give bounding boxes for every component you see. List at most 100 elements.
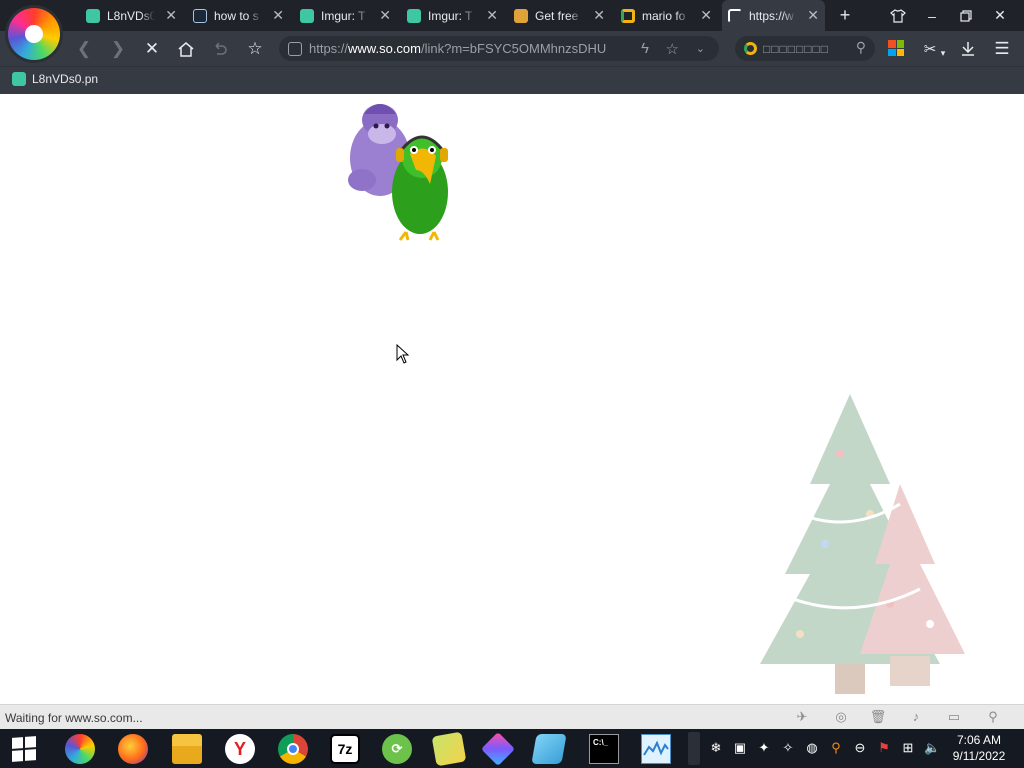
tab-title: Imgur: T (428, 8, 473, 23)
tab-2[interactable]: how to s ✕ (187, 0, 290, 31)
close-tab-icon[interactable]: ✕ (272, 8, 284, 22)
chrome-icon[interactable] (278, 734, 308, 764)
tab-3[interactable]: Imgur: T ✕ (294, 0, 397, 31)
clock-time: 7:06 AM (956, 733, 1002, 747)
lightning-icon[interactable]: ϟ (641, 40, 649, 57)
file-explorer-icon[interactable] (172, 734, 202, 764)
pause-icon[interactable]: ⊖ (852, 740, 868, 756)
mouse-cursor-icon (396, 344, 410, 364)
search-box[interactable]: □□□□□□□□ ⚲ (735, 36, 875, 61)
command-prompt-icon[interactable]: C:\_ (589, 734, 619, 764)
windows-taskbar: Y 7z ⟳ C:\_ ❄ ▣ ✦ ✧ ◍ ⚲ ⊖ ⚑ ⊞ 🔈 7:06 AM … (0, 729, 1024, 768)
back-button[interactable]: ❮ (72, 37, 96, 61)
new-tab-button[interactable]: + (836, 6, 854, 24)
app-folder-yellow-icon[interactable] (431, 731, 467, 767)
tab-title: L8nVDs0 (107, 8, 155, 23)
shirt-skin-icon[interactable] (881, 0, 915, 31)
close-tab-icon[interactable]: ✕ (165, 8, 177, 22)
search-icon[interactable]: ⚲ (856, 39, 867, 56)
flag-icon[interactable]: ⚑ (876, 740, 892, 756)
loading-icon (728, 8, 742, 23)
tab-5[interactable]: Get free ✕ (508, 0, 611, 31)
close-tab-icon[interactable]: ✕ (379, 8, 391, 22)
rocket-icon[interactable]: ✈ (793, 709, 811, 725)
speaker-icon[interactable]: 🔈 (924, 740, 940, 756)
download-icon[interactable] (956, 37, 980, 61)
search-engine-icon (744, 42, 757, 55)
tab-strip: L8nVDs0 ✕ how to s ✕ Imgur: T ✕ Imgur: T… (0, 0, 1024, 60)
clock-date: 9/11/2022 (952, 749, 1006, 763)
close-tab-icon[interactable]: ✕ (593, 8, 605, 22)
firefox-icon[interactable] (118, 734, 148, 764)
tray-overflow-button[interactable] (688, 732, 700, 765)
app-purple-gem-icon[interactable] (481, 732, 515, 766)
christmas-tree-watermark-image (760, 394, 965, 694)
browser-360-icon[interactable] (65, 734, 95, 764)
browser-logo-icon[interactable] (8, 8, 60, 60)
site-info-icon[interactable] (288, 41, 302, 56)
gift-icon (514, 8, 528, 23)
zoom-icon[interactable]: ⚲ (984, 709, 1002, 725)
close-window-button[interactable]: ✕ (983, 0, 1017, 31)
imgur-icon (12, 72, 26, 86)
imgur-icon (407, 8, 421, 23)
display-icon[interactable]: ▣ (732, 740, 748, 756)
network-icon[interactable]: ◎ (832, 709, 850, 725)
network-adapter-icon[interactable]: ⊞ (900, 740, 916, 756)
forward-button[interactable]: ❯ (106, 37, 130, 61)
favorites-star-button[interactable]: ☆ (243, 37, 267, 61)
address-input[interactable]: https://www.so.com/link?m=bFSYC5OMMhnzsD… (309, 41, 625, 56)
search-input[interactable]: □□□□□□□□ (763, 42, 829, 56)
page-content (0, 94, 1024, 704)
stop-loading-button[interactable]: ✕ (140, 37, 164, 61)
bookmark-star-icon[interactable]: ☆ (666, 40, 679, 58)
close-tab-icon[interactable]: ✕ (486, 8, 498, 22)
screen: L8nVDs0 ✕ how to s ✕ Imgur: T ✕ Imgur: T… (0, 0, 1024, 768)
minimize-button[interactable]: – (915, 0, 949, 31)
trash-icon[interactable]: 🗑 (869, 709, 887, 725)
home-button[interactable] (174, 37, 198, 61)
chevron-down-icon[interactable]: ▾ (937, 41, 949, 65)
bonzi-parrot-image (348, 104, 448, 241)
tab-title: Get free (535, 8, 579, 23)
search-engine-icon (621, 8, 635, 23)
yandex-browser-icon[interactable]: Y (225, 734, 255, 764)
window-icon[interactable]: ▭ (945, 709, 963, 725)
status-text: Waiting for www.so.com... (5, 711, 143, 725)
address-bar[interactable]: https://www.so.com/link?m=bFSYC5OMMhnzsD… (279, 36, 719, 61)
navigation-toolbar: ❮ ❯ ✕ ☆ https://www.so.com/link?m=bFSYC5… (0, 31, 1024, 66)
network-globe-icon[interactable]: ◍ (804, 740, 820, 756)
start-button[interactable] (12, 736, 36, 762)
snowflake-icon[interactable]: ❄ (708, 740, 724, 756)
steam-icon (193, 8, 207, 23)
status-bar: Waiting for www.so.com... ✈ ◎ 🗑 ♪ ▭ ⚲ (0, 704, 1024, 729)
tab-title: mario fo (642, 8, 686, 23)
undo-close-button[interactable] (208, 37, 232, 61)
bookmark-label: L8nVDs0.pn (32, 72, 99, 86)
bookmark-item[interactable]: L8nVDs0.pn (12, 72, 98, 86)
7-zip-icon[interactable]: 7z (330, 734, 360, 764)
tray-app-icon[interactable]: ✦ (756, 740, 772, 756)
tab-4[interactable]: Imgur: T ✕ (401, 0, 504, 31)
tab-7-active[interactable]: https://w ✕ (722, 0, 825, 31)
resource-monitor-icon[interactable] (641, 734, 671, 764)
volume-icon[interactable]: ♪ (907, 709, 925, 725)
tab-6[interactable]: mario fo ✕ (615, 0, 718, 31)
close-tab-icon[interactable]: ✕ (807, 8, 819, 22)
app-notepad-icon[interactable] (531, 734, 567, 764)
menu-icon[interactable]: ☰ (990, 37, 1014, 61)
search-tray-icon[interactable]: ⚲ (828, 740, 844, 756)
tab-1[interactable]: L8nVDs0 ✕ (80, 0, 183, 31)
apps-icon[interactable] (888, 40, 904, 56)
imgur-icon (86, 8, 100, 23)
close-tab-icon[interactable]: ✕ (700, 8, 712, 22)
system-clock[interactable]: 7:06 AM 9/11/2022 (948, 732, 1010, 764)
bookmarks-bar: L8nVDs0.pn (0, 66, 1024, 94)
tab-title: Imgur: T (321, 8, 366, 23)
tray-app-icon[interactable]: ✧ (780, 740, 796, 756)
chevron-down-icon[interactable]: ⌄ (696, 42, 705, 55)
tab-title: https://w (749, 8, 794, 23)
tab-title: how to s (214, 8, 259, 23)
app-green-icon[interactable]: ⟳ (382, 734, 412, 764)
restore-button[interactable] (949, 0, 983, 31)
